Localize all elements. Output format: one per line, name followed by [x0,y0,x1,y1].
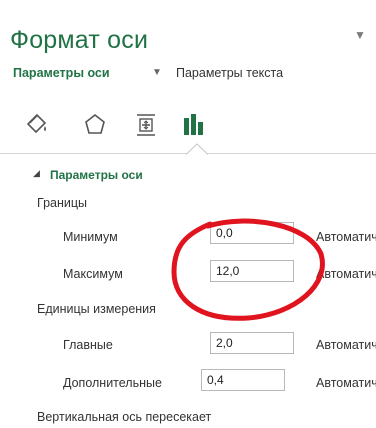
minor-reset-button[interactable]: Автоматически [316,376,376,390]
pane-title: Формат оси [10,26,149,54]
collapse-triangle-icon[interactable]: ◢ [33,168,40,179]
major-label: Главные [63,338,113,352]
section-axis-options[interactable]: Параметры оси [50,168,143,182]
bounds-label: Границы [37,196,87,210]
major-input[interactable]: 2,0 [210,332,294,354]
chevron-down-icon[interactable]: ▼ [354,28,366,42]
crosses-label: Вертикальная ось пересекает [37,410,212,424]
maximum-reset-button[interactable]: Автоматически [316,267,376,281]
pane-header: Формат оси ▼ Параметры оси ▼ Параметры т… [0,0,376,155]
maximum-label: Максимум [63,267,123,281]
minimum-reset-button[interactable]: Автоматически [316,230,376,244]
minor-label: Дополнительные [63,376,162,390]
major-reset-button[interactable]: Автоматически [316,338,376,352]
minimum-input[interactable]: 0,0 [210,222,294,244]
size-properties-icon[interactable] [133,112,159,138]
minor-input[interactable]: 0,4 [201,369,285,391]
maximum-input[interactable]: 12,0 [210,260,294,282]
units-label: Единицы измерения [37,302,156,316]
selected-tab-pointer [186,143,208,155]
bar-chart-icon[interactable] [181,112,207,138]
minimum-label: Минимум [63,230,118,244]
paint-bucket-icon[interactable] [25,112,51,138]
tab-text-options[interactable]: Параметры текста [176,66,283,80]
chevron-down-icon[interactable]: ▼ [152,67,162,78]
pentagon-icon[interactable] [82,112,108,138]
tab-axis-options[interactable]: Параметры оси [13,66,110,80]
